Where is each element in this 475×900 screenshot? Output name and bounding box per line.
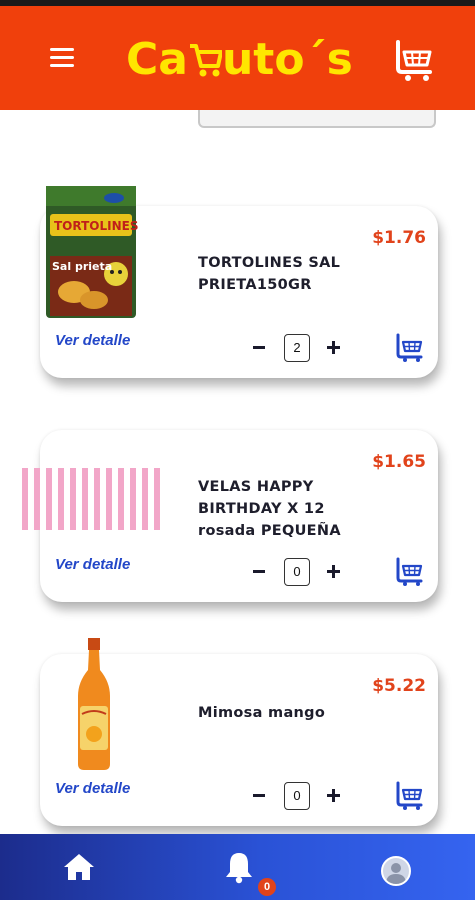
avatar-silhouette <box>386 863 406 884</box>
product-image-sub: Sal prieta <box>52 260 112 273</box>
quantity-field[interactable]: 0 <box>284 782 310 810</box>
product-price: $1.76 <box>372 228 426 248</box>
decrease-quantity-button[interactable] <box>250 784 268 808</box>
decrease-quantity-button[interactable] <box>250 336 268 360</box>
product-name: TORTOLINES SAL PRIETA150GR <box>198 255 341 293</box>
app-header: Ca uto´s <box>0 6 475 110</box>
product-image-candles <box>22 468 160 530</box>
hamburger-menu-icon[interactable] <box>44 44 80 72</box>
logo-text-end: uto´s <box>221 34 353 85</box>
product-card: TORTOLINES Sal prieta TORTOLINES SAL PRI… <box>40 186 438 378</box>
product-card: VELAS HAPPY BIRTHDAY X 12 rosada PEQUEÑA… <box>22 430 438 602</box>
product-name: Mimosa mango <box>198 705 326 721</box>
shopping-cart-icon[interactable] <box>394 38 434 82</box>
product-price: $5.22 <box>372 676 426 696</box>
decrease-quantity-button[interactable] <box>250 560 268 584</box>
app-logo: Ca uto´s <box>126 32 353 88</box>
home-icon[interactable] <box>62 852 96 882</box>
logo-text-start: Ca <box>126 34 188 85</box>
view-detail-link[interactable]: Ver detalle <box>55 556 130 573</box>
product-image-tortolines: TORTOLINES Sal prieta <box>46 186 138 318</box>
view-detail-link[interactable]: Ver detalle <box>55 780 130 797</box>
quantity-field[interactable]: 2 <box>284 334 310 362</box>
increase-quantity-button[interactable] <box>325 336 343 360</box>
add-to-cart-icon[interactable] <box>395 332 423 362</box>
product-price: $1.65 <box>372 452 426 472</box>
product-image-mimosa <box>78 638 110 770</box>
add-to-cart-icon[interactable] <box>395 556 423 586</box>
bell-icon[interactable] <box>222 850 256 884</box>
increase-quantity-button[interactable] <box>325 784 343 808</box>
product-card: Mimosa mango $5.22 Ver detalle 0 <box>40 638 438 826</box>
product-name: VELAS HAPPY BIRTHDAY X 12 rosada PEQUEÑA <box>198 479 341 539</box>
view-detail-link[interactable]: Ver detalle <box>55 332 130 349</box>
notification-badge: 0 <box>258 878 276 896</box>
logo-cart-icon <box>189 44 222 77</box>
increase-quantity-button[interactable] <box>325 560 343 584</box>
avatar-icon[interactable] <box>381 856 411 886</box>
search-bar-edge[interactable] <box>198 110 436 128</box>
add-to-cart-icon[interactable] <box>395 780 423 810</box>
quantity-field[interactable]: 0 <box>284 558 310 586</box>
product-image-brand: TORTOLINES <box>54 219 138 233</box>
